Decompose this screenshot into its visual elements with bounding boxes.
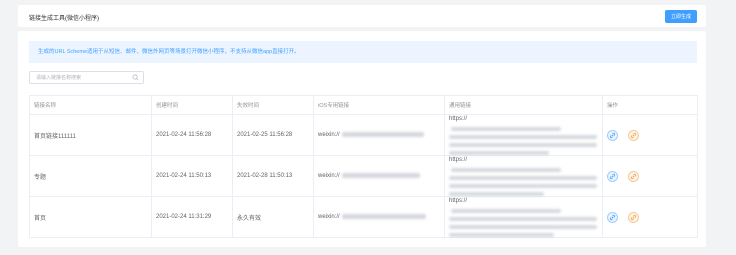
universal-link-cell: https:// [444, 196, 603, 238]
table-row: 首页链接111111 2021-02-24 11:56:28 2021-02-2… [29, 114, 698, 156]
created-time: 2021-02-24 11:50:13 [151, 155, 233, 197]
redacted-text [451, 209, 561, 213]
column-header-expires: 失效时间 [232, 95, 314, 115]
link-icon [630, 214, 637, 220]
copy-ios-link-button[interactable] [607, 129, 618, 141]
universal-link-prefix: https:// [449, 157, 468, 163]
generate-button[interactable]: 立即生成 [665, 10, 697, 23]
universal-link-prefix: https:// [449, 116, 468, 122]
column-header-actions: 操作 [602, 95, 698, 115]
universal-link-cell: https:// [444, 114, 603, 156]
redacted-text [449, 135, 597, 139]
expire-time: 2021-02-25 11:56:28 [232, 114, 314, 156]
redacted-text [449, 143, 597, 147]
search-icon[interactable] [132, 74, 139, 81]
page-title: 链接生成工具(微信小程序) [29, 16, 99, 22]
table-header-row: 链接名称 创建时间 失效时间 iOS专用链接 通用链接 操作 [29, 95, 698, 115]
copy-universal-link-button[interactable] [628, 129, 639, 141]
universal-link-cell: https:// [444, 155, 603, 197]
column-header-ios-link: iOS专用链接 [313, 95, 445, 115]
redacted-text [341, 213, 426, 219]
notice-text: 生成的URL Scheme适用于从短信、邮件、微信外网页等场景打开微信小程序，不… [38, 49, 300, 55]
expire-time: 2021-02-28 11:50:13 [232, 155, 314, 197]
ios-link-prefix: weixin:// [318, 214, 340, 221]
redacted-text [451, 168, 561, 172]
link-icon [609, 132, 616, 138]
expire-time: 永久有效 [232, 196, 314, 238]
link-icon [609, 173, 616, 179]
redacted-text [449, 225, 597, 229]
search-box[interactable] [29, 71, 144, 84]
main-panel: 生成的URL Scheme适用于从短信、邮件、微信外网页等场景打开微信小程序，不… [18, 31, 706, 247]
ios-link-cell: weixin:// [313, 114, 445, 156]
redacted-text [449, 192, 544, 196]
created-time: 2021-02-24 11:56:28 [151, 114, 233, 156]
link-name: 专题 [29, 155, 152, 197]
copy-universal-link-button[interactable] [628, 211, 639, 223]
copy-ios-link-button[interactable] [607, 211, 618, 223]
redacted-text [449, 233, 554, 237]
universal-link-prefix: https:// [449, 198, 468, 204]
redacted-text [341, 172, 420, 178]
link-name: 首页 [29, 196, 152, 238]
column-header-name: 链接名称 [29, 95, 152, 115]
redacted-text [449, 151, 549, 155]
link-name: 首页链接111111 [29, 114, 152, 156]
link-icon [630, 173, 637, 179]
copy-ios-link-button[interactable] [607, 170, 618, 182]
column-header-created: 创建时间 [151, 95, 233, 115]
actions-cell [602, 196, 698, 238]
copy-universal-link-button[interactable] [628, 170, 639, 182]
redacted-text [451, 127, 561, 131]
column-header-universal-link: 通用链接 [444, 95, 603, 115]
redacted-text [341, 131, 424, 137]
redacted-text [449, 176, 597, 180]
actions-cell [602, 155, 698, 197]
ios-link-prefix: weixin:// [318, 173, 340, 180]
created-time: 2021-02-24 11:31:29 [151, 196, 233, 238]
info-notice: 生成的URL Scheme适用于从短信、邮件、微信外网页等场景打开微信小程序，不… [29, 41, 697, 63]
link-icon [630, 132, 637, 138]
redacted-text [449, 184, 597, 188]
redacted-text [449, 217, 597, 221]
page-header: 链接生成工具(微信小程序) 立即生成 [18, 5, 706, 27]
ios-link-cell: weixin:// [313, 196, 445, 238]
actions-cell [602, 114, 698, 156]
table-row: 首页 2021-02-24 11:31:29 永久有效 weixin:// ht… [29, 196, 698, 238]
search-input[interactable] [36, 72, 126, 83]
link-icon [609, 214, 616, 220]
table-row: 专题 2021-02-24 11:50:13 2021-02-28 11:50:… [29, 155, 698, 197]
ios-link-cell: weixin:// [313, 155, 445, 197]
links-table: 链接名称 创建时间 失效时间 iOS专用链接 通用链接 操作 首页链接11111… [29, 95, 698, 238]
ios-link-prefix: weixin:// [318, 132, 340, 139]
